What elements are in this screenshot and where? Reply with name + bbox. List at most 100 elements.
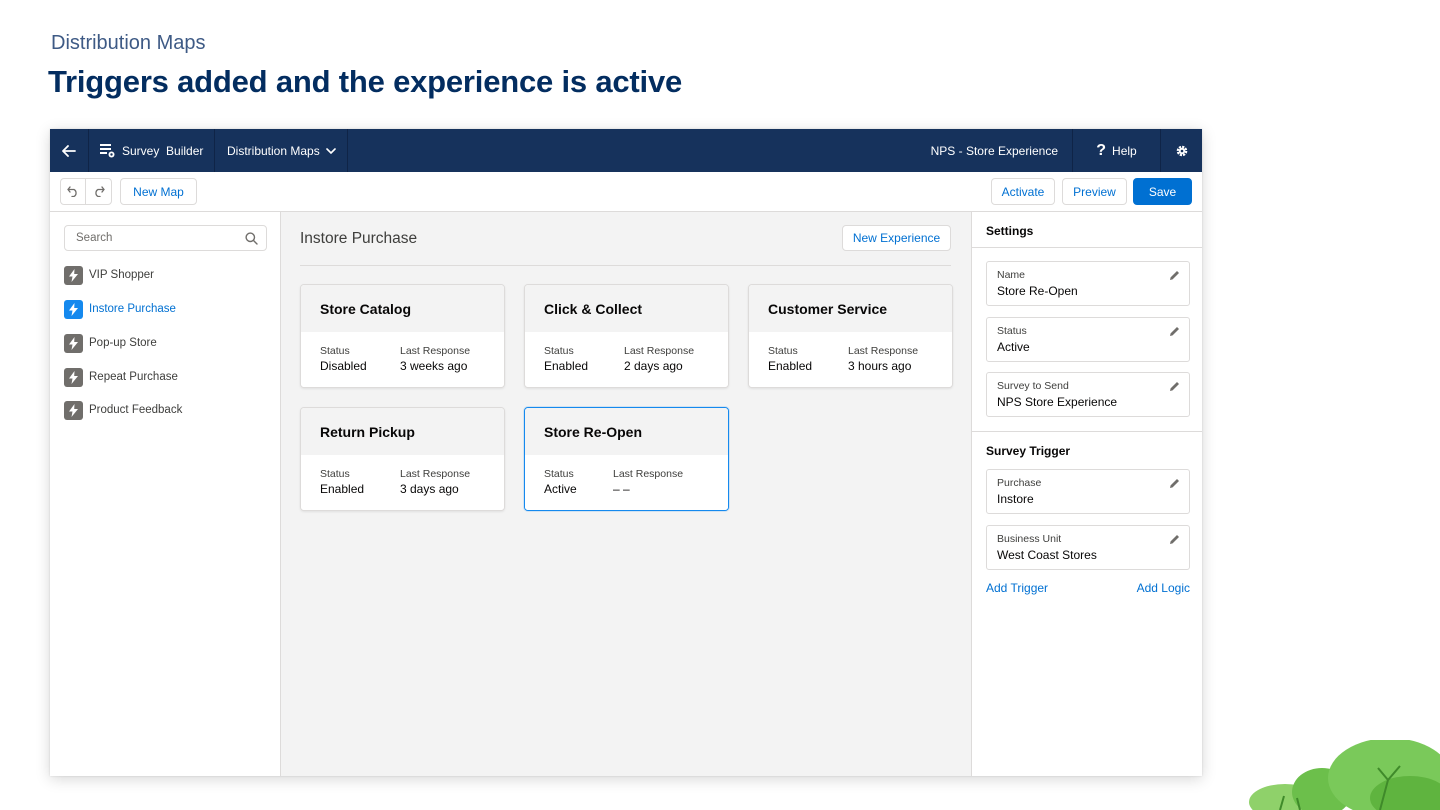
map-sidebar: Search VIP Shopper Instore Purchase Pop-… bbox=[50, 212, 281, 776]
distribution-maps-menu[interactable]: Distribution Maps bbox=[215, 129, 348, 172]
lightning-icon bbox=[64, 265, 83, 285]
card-title: Store Catalog bbox=[301, 285, 504, 332]
experience-card-return-pickup[interactable]: Return Pickup Status Enabled Last Respons… bbox=[300, 407, 505, 511]
sidebar-item-label: Pop-up Store bbox=[89, 337, 157, 349]
sidebar-item-label: Repeat Purchase bbox=[89, 371, 178, 383]
survey-builder-tab[interactable]: Survey Builder bbox=[89, 129, 215, 172]
last-response-label: Last Response bbox=[613, 468, 684, 480]
status-field[interactable]: Status Active bbox=[986, 317, 1190, 362]
activate-button[interactable]: Activate bbox=[991, 178, 1055, 205]
field-value: West Coast Stores bbox=[997, 548, 1097, 562]
last-response-value: 3 weeks ago bbox=[400, 359, 468, 373]
experience-card-click-collect[interactable]: Click & Collect Status Enabled Last Respo… bbox=[524, 284, 729, 388]
survey-to-send-field[interactable]: Survey to Send NPS Store Experience bbox=[986, 372, 1190, 417]
experience-card-store-re-open[interactable]: Store Re-Open Status Active Last Response… bbox=[524, 407, 729, 511]
last-response-value: 2 days ago bbox=[624, 359, 683, 373]
status-label: Status bbox=[544, 468, 574, 480]
help-label: Help bbox=[1112, 143, 1137, 158]
field-value: Store Re-Open bbox=[997, 284, 1078, 298]
app-window: Survey Builder Distribution Maps NPS - S… bbox=[50, 129, 1202, 776]
redo-icon bbox=[94, 186, 105, 197]
save-button[interactable]: Save bbox=[1133, 178, 1192, 205]
sidebar-item-pop-up-store[interactable]: Pop-up Store bbox=[64, 333, 157, 353]
sidebar-item-label: Product Feedback bbox=[89, 404, 183, 416]
pencil-icon[interactable] bbox=[1169, 326, 1180, 337]
toolbar: New Map Activate Preview Save bbox=[50, 172, 1202, 212]
experience-card-customer-service[interactable]: Customer Service Status Enabled Last Resp… bbox=[748, 284, 953, 388]
search-icon bbox=[245, 232, 258, 245]
search-input[interactable]: Search bbox=[64, 225, 267, 251]
status-label: Status bbox=[320, 468, 350, 480]
sidebar-item-label: Instore Purchase bbox=[89, 303, 176, 315]
back-button[interactable] bbox=[50, 129, 89, 172]
redo-button[interactable] bbox=[85, 178, 112, 205]
divider bbox=[300, 265, 951, 266]
sidebar-item-label: VIP Shopper bbox=[89, 269, 155, 281]
business-unit-trigger-field[interactable]: Business Unit West Coast Stores bbox=[986, 525, 1190, 570]
tree-illustration bbox=[1249, 740, 1440, 810]
field-label: Name bbox=[997, 269, 1026, 281]
sidebar-item-instore-purchase[interactable]: Instore Purchase bbox=[64, 299, 176, 319]
card-title: Return Pickup bbox=[301, 408, 504, 455]
pencil-icon[interactable] bbox=[1169, 534, 1180, 545]
question-icon: ? bbox=[1096, 141, 1107, 159]
status-label: Status bbox=[544, 345, 574, 357]
survey-trigger-heading: Survey Trigger bbox=[986, 444, 1071, 458]
add-logic-link[interactable]: Add Logic bbox=[1137, 581, 1190, 595]
name-field[interactable]: Name Store Re-Open bbox=[986, 261, 1190, 306]
field-value: Active bbox=[997, 340, 1030, 354]
slide-kicker: Distribution Maps bbox=[51, 32, 206, 54]
sidebar-item-vip-shopper[interactable]: VIP Shopper bbox=[64, 265, 154, 285]
slide-title: Triggers added and the experience is act… bbox=[48, 64, 683, 99]
pencil-icon[interactable] bbox=[1169, 478, 1180, 489]
status-value: Enabled bbox=[320, 482, 365, 496]
lightning-icon bbox=[64, 400, 83, 420]
field-label: Business Unit bbox=[997, 533, 1062, 545]
preview-button[interactable]: Preview bbox=[1062, 178, 1127, 205]
settings-gear-button[interactable] bbox=[1161, 129, 1202, 172]
card-title: Click & Collect bbox=[525, 285, 728, 332]
new-map-button[interactable]: New Map bbox=[120, 178, 197, 205]
help-button[interactable]: ? Help bbox=[1073, 129, 1161, 172]
purchase-trigger-field[interactable]: Purchase Instore bbox=[986, 469, 1190, 514]
undo-icon bbox=[67, 186, 77, 197]
status-value: Active bbox=[544, 482, 577, 496]
lightning-icon bbox=[64, 333, 83, 353]
sidebar-item-product-feedback[interactable]: Product Feedback bbox=[64, 400, 182, 420]
last-response-label: Last Response bbox=[848, 345, 919, 357]
last-response-label: Last Response bbox=[624, 345, 695, 357]
status-value: Enabled bbox=[544, 359, 589, 373]
last-response-label: Last Response bbox=[400, 468, 471, 480]
field-value: Instore bbox=[997, 492, 1034, 506]
settings-panel: Settings Name Store Re-Open Status Activ… bbox=[971, 212, 1202, 776]
page-title: Instore Purchase bbox=[300, 230, 418, 247]
card-title: Customer Service bbox=[749, 285, 952, 332]
divider bbox=[972, 431, 1202, 432]
lightning-icon bbox=[64, 299, 83, 319]
last-response-label: Last Response bbox=[400, 345, 471, 357]
pencil-icon[interactable] bbox=[1169, 381, 1180, 392]
divider bbox=[972, 247, 1202, 248]
sidebar-item-repeat-purchase[interactable]: Repeat Purchase bbox=[64, 367, 178, 387]
survey-builder-icon bbox=[100, 143, 115, 157]
card-title: Store Re-Open bbox=[525, 408, 728, 455]
status-label: Status bbox=[320, 345, 350, 357]
undo-button[interactable] bbox=[60, 178, 86, 205]
pencil-icon[interactable] bbox=[1169, 270, 1180, 281]
field-label: Survey to Send bbox=[997, 380, 1069, 392]
distribution-maps-label: Distribution Maps bbox=[227, 143, 320, 158]
lightning-icon bbox=[64, 367, 83, 387]
add-trigger-link[interactable]: Add Trigger bbox=[986, 581, 1048, 595]
status-value: Disabled bbox=[320, 359, 367, 373]
status-value: Enabled bbox=[768, 359, 813, 373]
experience-card-store-catalog[interactable]: Store Catalog Status Disabled Last Respon… bbox=[300, 284, 505, 388]
last-response-value: 3 hours ago bbox=[848, 359, 912, 373]
last-response-value: – – bbox=[613, 482, 630, 496]
new-experience-button[interactable]: New Experience bbox=[842, 225, 951, 251]
field-label: Status bbox=[997, 325, 1027, 337]
status-label: Status bbox=[768, 345, 798, 357]
last-response-value: 3 days ago bbox=[400, 482, 459, 496]
survey-builder-label: Survey Builder bbox=[122, 143, 204, 158]
settings-heading: Settings bbox=[986, 224, 1034, 238]
chevron-down-icon bbox=[325, 147, 336, 154]
